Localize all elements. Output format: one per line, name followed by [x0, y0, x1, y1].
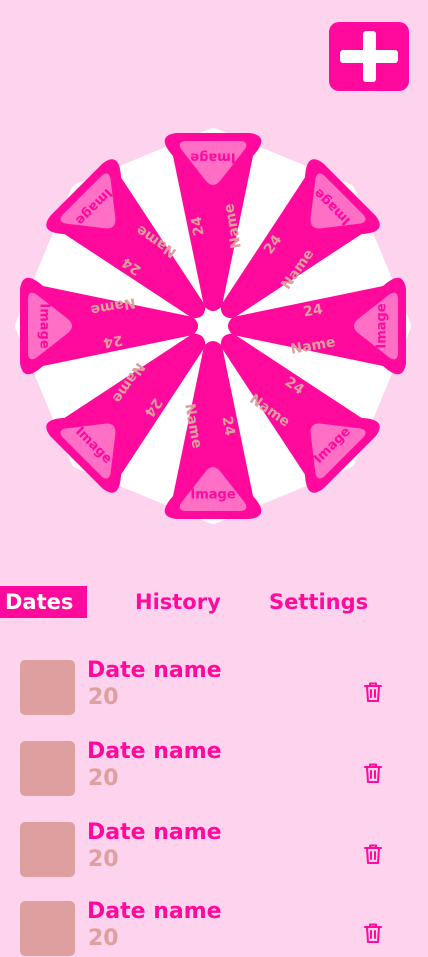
list-item[interactable]: Date name 20 [0, 658, 428, 716]
date-name: Date name [87, 739, 222, 764]
slice-number-label: 24 [218, 415, 237, 437]
trash-icon[interactable] [361, 921, 385, 945]
slice-number-label: 24 [102, 331, 124, 350]
slice-image-label: Image [190, 150, 235, 165]
wheel-graphic: ImageName24 ImageName24ImageName24ImageNa… [15, 128, 411, 524]
date-name: Date name [87, 820, 222, 845]
tab-dates[interactable]: Dates [0, 586, 87, 618]
tab-settings[interactable]: Settings [269, 586, 368, 618]
list-item[interactable]: Date name 20 [0, 820, 428, 878]
date-value: 20 [88, 766, 119, 791]
wheel-center [201, 314, 225, 338]
date-thumbnail [20, 660, 75, 715]
tab-bar: Dates History Settings [0, 586, 428, 618]
list-item[interactable]: Date name 20 [0, 739, 428, 797]
date-thumbnail [20, 901, 75, 956]
date-name: Date name [87, 899, 222, 924]
slice-image-label: Image [375, 303, 390, 348]
trash-icon[interactable] [361, 761, 385, 785]
list-item[interactable]: Date name 20 [0, 899, 428, 957]
trash-icon[interactable] [361, 842, 385, 866]
date-value: 20 [88, 847, 119, 872]
date-wheel[interactable]: Image Name 24 Image Name 24 Image Name 24 Image Na… [13, 126, 413, 526]
date-thumbnail [20, 822, 75, 877]
slice-number-label: 24 [302, 301, 324, 320]
slice-image-label: Image [190, 488, 235, 503]
date-thumbnail [20, 741, 75, 796]
slice-image-label: Image [37, 303, 52, 348]
tab-history[interactable]: History [135, 586, 221, 618]
date-name: Date name [87, 658, 222, 683]
date-value: 20 [88, 926, 119, 951]
trash-icon[interactable] [361, 680, 385, 704]
slice-number-label: 24 [188, 215, 207, 237]
date-value: 20 [88, 685, 119, 710]
add-button[interactable] [329, 22, 409, 91]
